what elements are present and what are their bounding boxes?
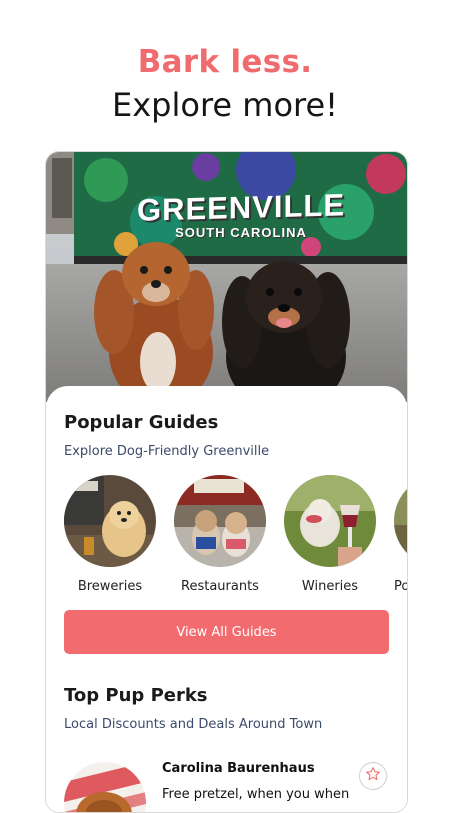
mural-title: GREENVILLE — [136, 187, 346, 228]
guide-wineries[interactable]: Wineries — [284, 475, 376, 594]
popular-guides-subtitle: Explore Dog-Friendly Greenville — [64, 444, 270, 459]
popular-guides-title: Popular Guides — [64, 412, 219, 433]
guide-breweries[interactable]: Breweries — [64, 475, 156, 594]
guide-wineries-label: Wineries — [301, 579, 359, 594]
star-outline-icon — [365, 766, 381, 786]
guide-restaurants[interactable]: Restaurants — [174, 475, 266, 594]
guide-breweries-label: Breweries — [77, 579, 143, 594]
mural-subtitle: SOUTH CAROLINA — [175, 225, 307, 240]
guide-partial-label: Po — [394, 579, 408, 594]
perk-name[interactable]: Carolina Baurenhaus — [162, 761, 315, 776]
guide-wineries-image — [284, 475, 376, 567]
guide-partial[interactable]: Po — [394, 475, 408, 594]
hero-photo: GREENVILLE SOUTH CAROLINA — [46, 152, 407, 402]
favorite-button[interactable] — [359, 762, 387, 790]
guide-breweries-image — [64, 475, 156, 567]
guide-card: GREENVILLE SOUTH CAROLINA Popular Guides… — [45, 151, 408, 813]
guide-restaurants-label: Restaurants — [181, 579, 259, 594]
guide-partial-image — [394, 475, 407, 567]
headline-secondary: Explore more! — [112, 86, 338, 124]
guide-restaurants-image — [174, 475, 266, 567]
headline-primary: Bark less. — [137, 44, 313, 80]
top-pup-perks-subtitle: Local Discounts and Deals Around Town — [64, 717, 323, 732]
view-all-guides-button[interactable]: View All Guides — [64, 610, 389, 654]
top-pup-perks-title: Top Pup Perks — [64, 685, 208, 706]
